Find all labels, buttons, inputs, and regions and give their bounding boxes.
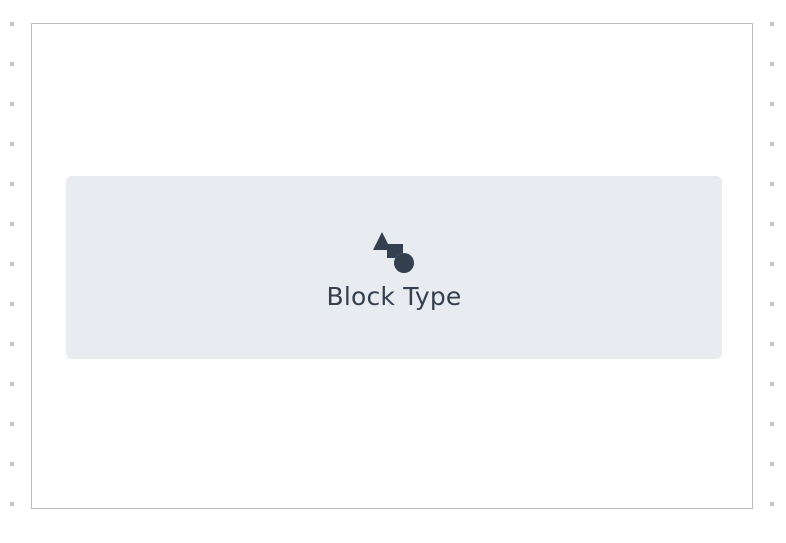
guide-dot <box>10 22 14 26</box>
guide-dot <box>10 182 14 186</box>
guide-dot <box>10 422 14 426</box>
guide-dot <box>10 262 14 266</box>
guide-dot <box>770 302 774 306</box>
guide-dot <box>10 342 14 346</box>
guide-dot <box>770 262 774 266</box>
guide-dot <box>770 22 774 26</box>
block-type-label: Block Type <box>326 282 462 311</box>
guide-dot <box>10 62 14 66</box>
shapes-icon <box>373 232 414 273</box>
guide-dot <box>10 302 14 306</box>
guide-dot <box>770 382 774 386</box>
guide-dot <box>770 502 774 506</box>
guide-dot <box>770 62 774 66</box>
guide-dot <box>770 142 774 146</box>
content-frame: Block Type <box>31 23 753 509</box>
guide-dot <box>10 142 14 146</box>
guide-dot <box>10 222 14 226</box>
guide-dot <box>770 422 774 426</box>
block-type-placeholder[interactable]: Block Type <box>66 176 722 359</box>
guide-dot <box>770 462 774 466</box>
guide-dot <box>10 462 14 466</box>
right-guide-dots <box>770 0 776 543</box>
guide-dot <box>10 382 14 386</box>
guide-dot <box>770 182 774 186</box>
editor-canvas: Block Type <box>0 0 786 543</box>
guide-dot <box>770 222 774 226</box>
guide-dot <box>10 102 14 106</box>
guide-dot <box>10 502 14 506</box>
left-guide-dots <box>10 0 16 543</box>
guide-dot <box>770 102 774 106</box>
guide-dot <box>770 342 774 346</box>
